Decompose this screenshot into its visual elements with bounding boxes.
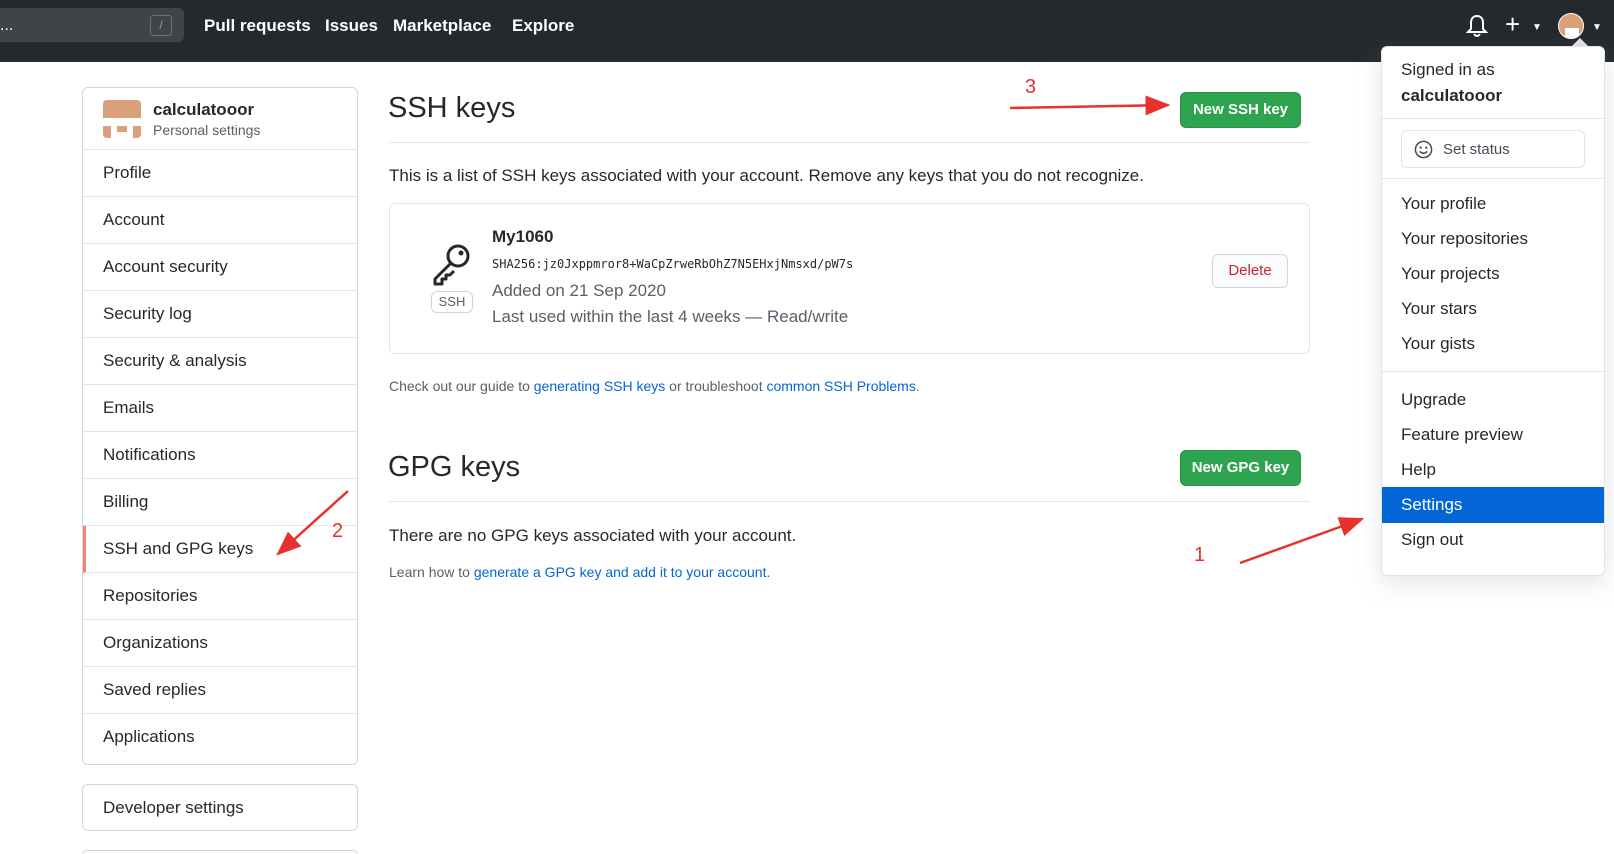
arrow-to-new-ssh-key (1009, 95, 1171, 116)
annotation-step-2: 2 (332, 520, 344, 542)
arrow-to-settings (1239, 517, 1365, 565)
annotation-step-1: 1 (1194, 544, 1206, 566)
annotation-arrows (276, 95, 1365, 565)
annotation-step-3: 3 (1025, 76, 1037, 98)
